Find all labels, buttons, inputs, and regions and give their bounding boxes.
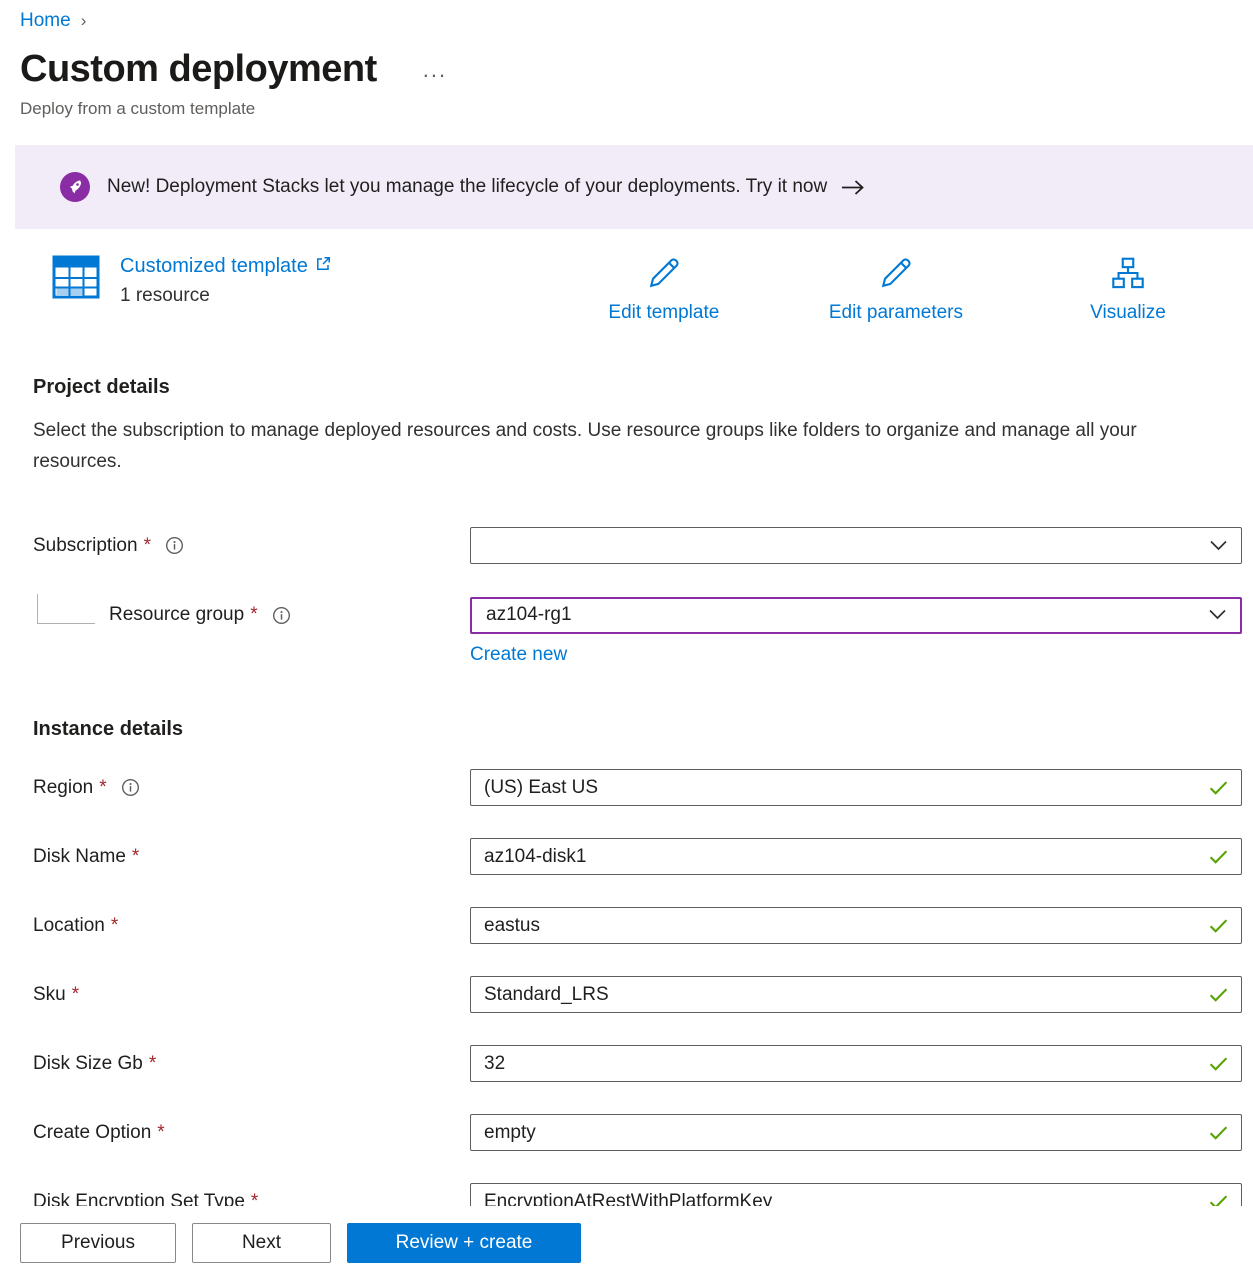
sku-label: Sku [33,984,66,1006]
breadcrumb-separator: › [81,11,87,31]
disk-name-row: Disk Name * [33,838,1242,875]
create-option-label: Create Option [33,1122,151,1144]
subscription-label: Subscription [33,535,138,557]
chevron-down-icon [1209,604,1226,626]
subscription-dropdown[interactable] [470,527,1242,564]
instance-details-heading: Instance details [33,718,1253,741]
region-row: Region * [33,769,1242,806]
sku-row: Sku * [33,976,1242,1013]
location-input[interactable] [470,907,1242,944]
location-label-group: Location * [33,915,470,937]
pencil-icon [646,255,682,297]
disk-size-input[interactable] [470,1045,1242,1082]
edit-template-button[interactable]: Edit template [599,255,729,324]
project-details-heading: Project details [33,376,1253,399]
template-table-icon [52,255,100,307]
disk-size-input-wrap [470,1045,1242,1082]
info-icon[interactable] [165,536,184,555]
disk-name-label: Disk Name [33,846,126,868]
template-actions: Edit template Edit parameters Visualiz [599,255,1193,324]
customized-template-link[interactable]: Customized template [120,255,308,278]
required-asterisk: * [72,984,79,1006]
create-new-row: Create new [470,644,1253,666]
info-icon[interactable] [121,778,140,797]
resource-group-value: az104-rg1 [486,604,572,626]
valid-check-icon [1209,918,1228,933]
required-asterisk: * [132,846,139,868]
hierarchy-connector-line [37,594,95,624]
valid-check-icon [1209,987,1228,1002]
required-asterisk: * [144,535,151,557]
edit-template-label: Edit template [608,302,719,324]
resource-count: 1 resource [120,285,331,307]
valid-check-icon [1209,1125,1228,1140]
disk-name-label-group: Disk Name * [33,846,470,868]
footer-action-bar: Previous Next Review + create [0,1206,1253,1280]
resource-group-input-wrap: az104-rg1 [470,597,1242,634]
rocket-icon [60,172,90,202]
project-details-description: Select the subscription to manage deploy… [33,415,1183,477]
resource-group-label: Resource group [109,604,244,626]
template-card: Customized template 1 resource E [52,255,1223,324]
region-label: Region [33,777,93,799]
breadcrumb-home-link[interactable]: Home [20,10,71,32]
valid-check-icon [1209,1056,1228,1071]
visualize-button[interactable]: Visualize [1063,255,1193,324]
region-input[interactable] [470,769,1242,806]
location-row: Location * [33,907,1242,944]
review-create-button[interactable]: Review + create [347,1223,581,1263]
required-asterisk: * [111,915,118,937]
info-icon[interactable] [272,606,291,625]
visualize-label: Visualize [1090,302,1166,324]
subscription-row: Subscription * [33,527,1242,564]
resource-group-label-group: Resource group * [33,594,470,636]
template-summary: Customized template 1 resource [52,255,331,307]
valid-check-icon [1209,780,1228,795]
subscription-input-wrap [470,527,1242,564]
create-new-link[interactable]: Create new [470,644,567,665]
disk-size-row: Disk Size Gb * [33,1045,1242,1082]
next-button[interactable]: Next [192,1223,331,1263]
create-option-row: Create Option * [33,1114,1242,1151]
sku-input-wrap [470,976,1242,1013]
disk-name-input-wrap [470,838,1242,875]
sku-label-group: Sku * [33,984,470,1006]
location-label: Location [33,915,105,937]
location-input-wrap [470,907,1242,944]
disk-size-label-group: Disk Size Gb * [33,1053,470,1075]
chevron-down-icon [1210,535,1227,557]
region-input-wrap [470,769,1242,806]
arrow-right-icon[interactable] [841,179,865,196]
required-asterisk: * [157,1122,164,1144]
more-menu-button[interactable]: ... [423,59,447,81]
subscription-label-group: Subscription * [33,535,470,557]
edit-parameters-label: Edit parameters [829,302,963,324]
deployment-stacks-banner: New! Deployment Stacks let you manage th… [15,145,1253,229]
disk-name-input[interactable] [470,838,1242,875]
template-text: Customized template 1 resource [120,255,331,307]
page-title: Custom deployment [20,48,377,91]
resource-group-row: Resource group * az104-rg1 [33,594,1242,636]
breadcrumb: Home › [0,0,1253,32]
required-asterisk: * [99,777,106,799]
previous-button[interactable]: Previous [20,1223,176,1263]
external-link-icon[interactable] [315,256,331,277]
edit-parameters-button[interactable]: Edit parameters [829,255,963,324]
pencil-icon [878,255,914,297]
required-asterisk: * [149,1053,156,1075]
create-option-label-group: Create Option * [33,1122,470,1144]
required-asterisk: * [250,604,257,626]
title-row: Custom deployment ... [0,48,1253,91]
banner-message: New! Deployment Stacks let you manage th… [107,176,827,198]
create-option-input[interactable] [470,1114,1242,1151]
visualize-icon [1110,255,1146,297]
disk-size-label: Disk Size Gb [33,1053,143,1075]
region-label-group: Region * [33,777,470,799]
create-option-input-wrap [470,1114,1242,1151]
resource-group-dropdown[interactable]: az104-rg1 [470,597,1242,634]
sku-input[interactable] [470,976,1242,1013]
valid-check-icon [1209,849,1228,864]
page-subtitle: Deploy from a custom template [0,99,1253,119]
